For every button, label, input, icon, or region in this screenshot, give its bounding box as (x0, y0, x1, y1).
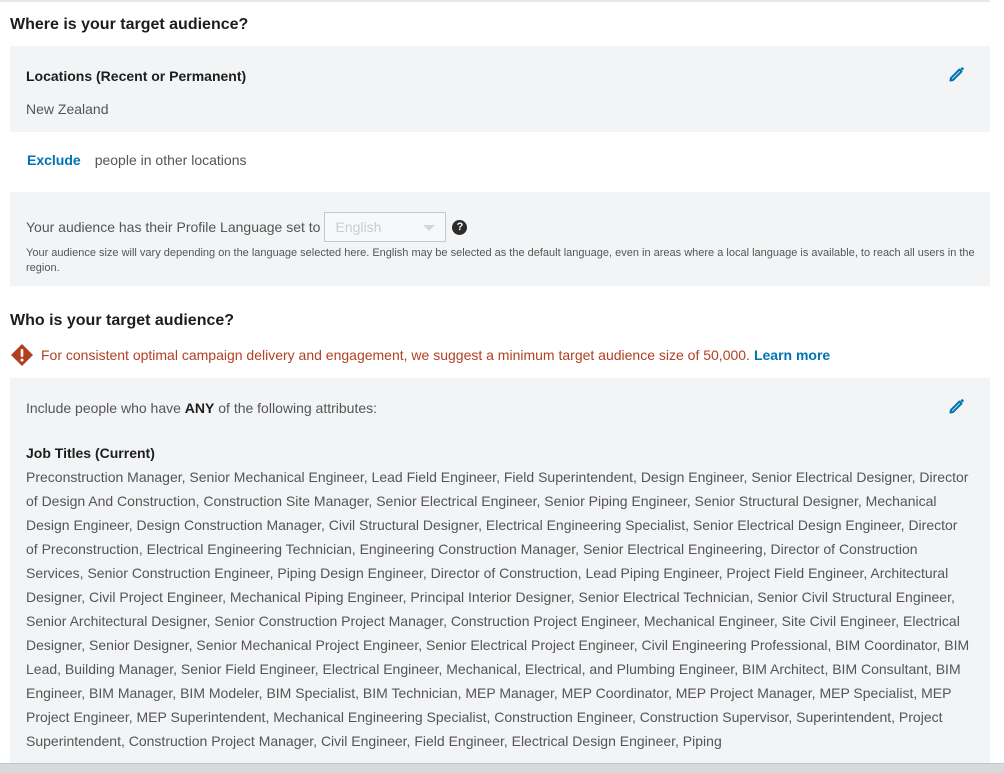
who-section-title: Who is your target audience? (10, 312, 235, 329)
where-section-title: Where is your target audience? (10, 16, 249, 33)
exclude-link[interactable]: Exclude (27, 152, 81, 168)
language-select[interactable]: English (324, 212, 447, 242)
include-prefix: Include people who have (26, 400, 181, 416)
locations-panel: Locations (Recent or Permanent) New Zeal… (10, 46, 990, 132)
job-titles-list: Preconstruction Manager, Senior Mechanic… (26, 469, 970, 749)
exclude-text: people in other locations (94, 152, 247, 168)
edit-attributes-pencil-icon[interactable] (948, 397, 966, 415)
include-any: ANY (184, 400, 215, 416)
include-line: Include people who have ANY of the follo… (26, 400, 377, 416)
language-note: Your audience size will vary depending o… (26, 247, 975, 274)
exclude-row: Exclude people in other locations (27, 152, 246, 168)
locations-label: Locations (Recent or Permanent) (26, 68, 247, 84)
edit-locations-pencil-icon[interactable] (948, 65, 966, 83)
locations-value: New Zealand (26, 101, 109, 117)
attributes-panel: Include people who have ANY of the follo… (10, 378, 990, 772)
warning-diamond-icon (11, 344, 33, 366)
language-label: Your audience has their Profile Language… (26, 219, 321, 235)
help-question-icon[interactable]: ? (452, 219, 468, 235)
include-suffix: of the following attributes: (218, 400, 378, 416)
page-right-margin (990, 0, 1004, 772)
learn-more-link[interactable]: Learn more (754, 347, 830, 363)
warning-text: For consistent optimal campaign delivery… (41, 347, 750, 363)
language-panel: Your audience has their Profile Language… (10, 192, 990, 286)
top-divider (0, 0, 1004, 2)
chevron-down-icon (423, 225, 436, 231)
language-row: Your audience has their Profile Language… (26, 212, 468, 242)
audience-size-warning: For consistent optimal campaign delivery… (10, 343, 830, 367)
job-titles-label: Job Titles (Current) (26, 445, 155, 461)
language-select-value: English (335, 219, 382, 235)
